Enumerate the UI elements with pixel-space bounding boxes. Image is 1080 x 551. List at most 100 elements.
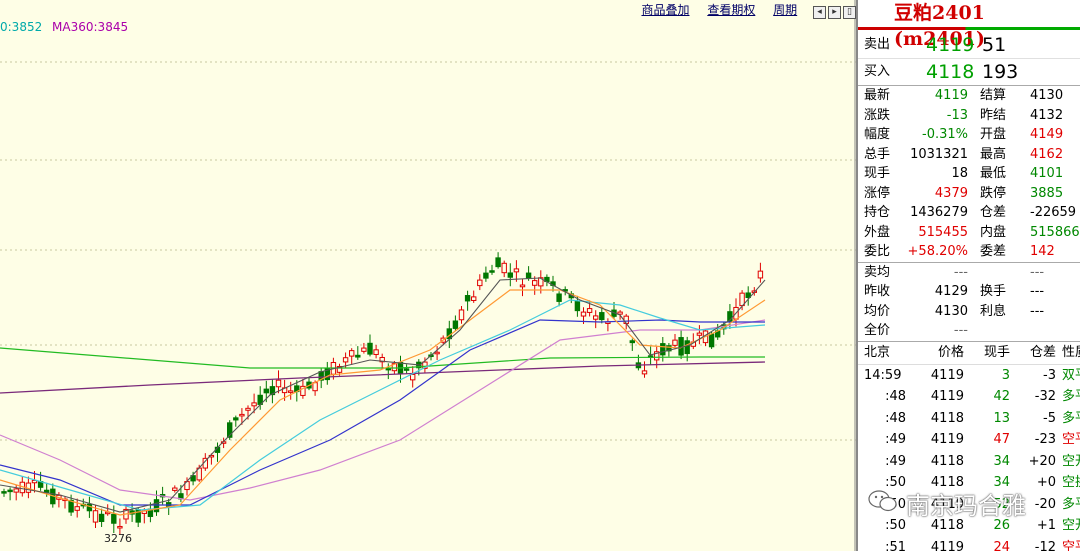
stat-row: 现手 18 最低 4101: [858, 164, 1080, 184]
tick-time: :50: [885, 518, 906, 533]
tick-volume: 13: [993, 410, 1010, 426]
stat-value: -13: [946, 107, 968, 123]
buy-row: 买入 4118 193: [858, 59, 1080, 86]
stat-value: -22659: [1030, 205, 1077, 220]
tick-price: 4118: [930, 410, 964, 426]
tick-row: :48 4118 13 -5 多平: [858, 408, 1080, 430]
stat-label: 外盘: [864, 224, 891, 240]
window-controls: ◂ ▸ ▯: [811, 3, 856, 19]
tick-time: :48: [885, 410, 906, 426]
stat-label: 昨收: [864, 284, 891, 299]
tick-nature: 多平: [1062, 496, 1080, 512]
tick-header-nature: 性质: [1062, 344, 1080, 360]
tick-oi-change: -12: [1034, 539, 1056, 551]
stat-label: 昨结: [980, 107, 1007, 123]
stat-label: 委比: [864, 244, 891, 259]
stat-value: 3885: [1030, 185, 1064, 201]
tick-volume: 47: [993, 432, 1010, 447]
tick-volume: 42: [993, 389, 1010, 404]
stat-value: -0.31%: [922, 127, 968, 142]
stat-value: 1436279: [910, 205, 968, 220]
stat-value: 4130: [1030, 88, 1064, 103]
candlestick-chart[interactable]: [0, 0, 856, 551]
stat-row: 全价 ---: [858, 321, 1080, 341]
sell-label: 卖出: [864, 37, 891, 52]
stat-row: 最新 4119 结算 4130: [858, 86, 1080, 106]
tick-time: :51: [885, 539, 906, 551]
chart-low-label: 3276: [104, 532, 132, 545]
tick-oi-change: -23: [1034, 432, 1056, 447]
stat-label: 最低: [980, 166, 1007, 181]
stat-row: 委比 +58.20% 委差 142: [858, 242, 1080, 262]
stat-value: 4149: [1030, 127, 1064, 142]
stat-value: ---: [1030, 264, 1045, 280]
tick-row: 14:59 4119 3 -3 双平: [858, 365, 1080, 387]
tick-nature: 多平: [1062, 410, 1080, 426]
stat-label: 结算: [980, 88, 1007, 103]
buy-price: 4118: [926, 61, 975, 83]
stat-row: 卖均 --- ---: [858, 263, 1080, 283]
stat-label: 利息: [980, 303, 1007, 319]
stat-label: 内盘: [980, 224, 1007, 240]
stat-label: 委差: [980, 244, 1007, 259]
stat-value: 4379: [934, 185, 968, 201]
stat-label: 最新: [864, 88, 891, 103]
stat-value: 4129: [934, 284, 968, 299]
stat-label: 持仓: [864, 205, 891, 220]
stat-value: 4130: [934, 303, 968, 319]
stat-label: 换手: [980, 284, 1007, 299]
next-icon[interactable]: ▸: [828, 5, 841, 19]
tick-price: 4119: [930, 432, 964, 447]
overlay-commodity-link[interactable]: 商品叠加: [641, 3, 689, 17]
sell-price: 4119: [926, 34, 975, 56]
sell-row: 卖出 4119 51: [858, 32, 1080, 59]
prev-icon[interactable]: ◂: [813, 5, 826, 19]
ma-legend-item-2: MA360:3845: [52, 20, 129, 34]
tick-header-price: 价格: [937, 344, 964, 360]
stat-row: 涨停 4379 跌停 3885: [858, 184, 1080, 204]
stat-label: 均价: [864, 303, 891, 319]
tick-price: 4118: [930, 453, 964, 469]
tick-list[interactable]: 14:59 4119 3 -3 双平 :48 4119 42 -32 多平 :48 4118 13 -5 多…: [858, 365, 1080, 551]
tick-nature: 空开: [1062, 453, 1080, 469]
ma-legend-item-1: 0:3852: [0, 20, 43, 34]
quote-panel: 豆粕2401 (m2401) 卖出 4119 51 买入 4118 193 最新…: [856, 0, 1080, 551]
tick-time: :49: [885, 432, 906, 447]
stat-value: 4101: [1030, 166, 1064, 181]
watermark-text: 南京玛合雅: [906, 492, 1026, 520]
tick-header-oi: 仓差: [1029, 344, 1056, 360]
tick-time: :48: [885, 389, 906, 404]
tick-nature: 空平: [1062, 432, 1080, 447]
stat-label: 幅度: [864, 127, 891, 142]
tick-time: 14:59: [864, 367, 902, 383]
tick-nature: 空开: [1062, 518, 1080, 533]
stat-value: ---: [1030, 303, 1045, 319]
stat-row: 涨跌 -13 昨结 4132: [858, 106, 1080, 126]
stat-label: 最高: [980, 146, 1007, 162]
stat-value: 515866: [1030, 224, 1080, 240]
stat-value: ---: [953, 264, 968, 280]
tick-header-volume: 现手: [983, 344, 1010, 360]
period-link[interactable]: 周期: [773, 3, 797, 17]
stat-value: 142: [1030, 244, 1055, 259]
tick-row: :49 4118 34 +20 空开: [858, 451, 1080, 473]
panel-title: 豆粕2401 (m2401): [858, 0, 1080, 50]
tick-oi-change: -32: [1034, 389, 1056, 404]
tick-nature: 多平: [1062, 389, 1080, 404]
tick-time: :49: [885, 453, 906, 469]
stat-label: 开盘: [980, 127, 1007, 142]
view-rights-link[interactable]: 查看期权: [707, 3, 755, 17]
kline-chart-area[interactable]: 0:3852 MA360:3845 商品叠加 查看期权 周期 ◂ ▸ ▯ 3276: [0, 0, 856, 551]
stat-value: 18: [951, 166, 968, 181]
stat-value: 4119: [934, 88, 968, 103]
tick-oi-change: -5: [1043, 410, 1056, 426]
stat-value: 1031321: [910, 146, 968, 162]
stat-label: 现手: [864, 166, 891, 181]
stat-row: 昨收 4129 换手 ---: [858, 282, 1080, 302]
sell-volume: 51: [982, 34, 1007, 56]
stat-row: 均价 4130 利息 ---: [858, 302, 1080, 322]
tick-oi-change: +20: [1028, 453, 1056, 469]
stat-label: 涨停: [864, 185, 891, 201]
tick-row: :49 4119 47 -23 空平: [858, 429, 1080, 451]
layout-icon[interactable]: ▯: [843, 5, 856, 19]
